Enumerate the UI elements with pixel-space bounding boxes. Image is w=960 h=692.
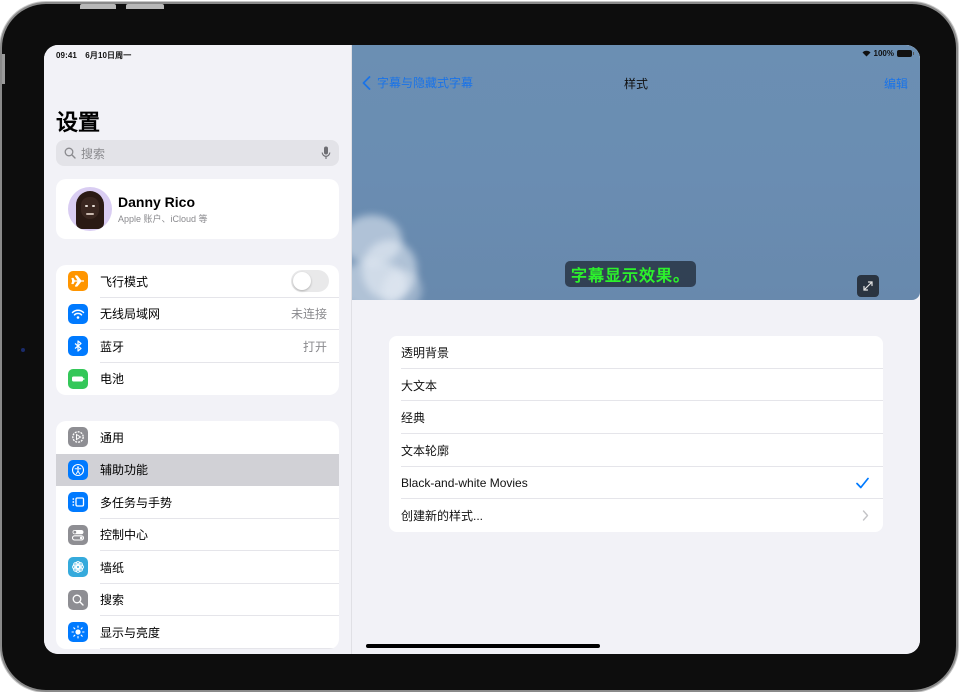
sidebar-item-bluetooth[interactable]: 蓝牙 打开 <box>56 330 339 363</box>
apple-account-card[interactable]: Danny Rico Apple 账户、iCloud 等 <box>56 179 339 239</box>
row-label: 墙纸 <box>100 560 125 575</box>
battery-icon <box>68 368 88 389</box>
wifi-status: 未连接 <box>290 307 327 322</box>
status-date: 6月10日周一 <box>85 51 132 60</box>
row-label: 通用 <box>100 430 125 445</box>
bluetooth-status: 打开 <box>302 339 327 354</box>
expand-icon <box>863 281 873 291</box>
page-title: 样式 <box>623 77 648 91</box>
search-placeholder: 搜索 <box>81 146 106 161</box>
sidebar-item-wifi[interactable]: 无线局域网 未连接 <box>56 298 339 330</box>
battery-status-icon <box>897 50 914 57</box>
airplane-mode-toggle[interactable] <box>291 270 329 293</box>
wifi-icon <box>68 303 88 324</box>
search-icon <box>64 147 76 159</box>
row-label: 无线局域网 <box>100 307 161 322</box>
screen: 09:41 6月10日周一 设置 搜索 Danny Rico Apple 账户、… <box>44 45 920 654</box>
style-label: 创建新的样式... <box>401 509 484 524</box>
style-label: 经典 <box>401 411 426 426</box>
top-button <box>80 4 116 9</box>
ipad-device-frame: 09:41 6月10日周一 设置 搜索 Danny Rico Apple 账户、… <box>2 4 956 690</box>
style-option[interactable]: 文本轮廓 <box>389 434 883 467</box>
gear-icon <box>68 427 88 448</box>
airplane-icon <box>68 271 88 292</box>
front-camera <box>21 348 25 352</box>
wallpaper-icon <box>68 557 88 578</box>
search-icon <box>68 589 88 610</box>
chevron-right-icon <box>862 510 869 521</box>
sidebar-item-search[interactable]: 搜索 <box>56 584 339 616</box>
detail-pane: 100% 字幕与隐藏式字幕 样式 编辑 字幕显示效果。 透明背景 大文本 经典 … <box>352 45 920 654</box>
checkmark-icon <box>856 477 869 489</box>
style-label: Black-and-white Movies <box>401 476 528 491</box>
sidebar-title: 设置 <box>56 110 101 135</box>
row-label: 蓝牙 <box>100 339 125 354</box>
sidebar-item-accessibility[interactable]: 辅助功能 <box>56 453 339 486</box>
side-button <box>2 54 5 84</box>
sidebar-item-battery[interactable]: 电池 <box>56 363 339 396</box>
caption-style-list: 透明背景 大文本 经典 文本轮廓 Black-and-white Movies <box>389 336 883 533</box>
avatar <box>68 187 112 231</box>
multitasking-icon <box>68 492 88 513</box>
expand-preview-button[interactable] <box>857 275 879 297</box>
home-indicator[interactable] <box>366 644 600 648</box>
wifi-status-icon <box>862 50 871 57</box>
status-bar-right: 100% <box>862 49 914 58</box>
control-center-icon <box>68 524 88 545</box>
sidebar-item-display-brightness[interactable]: 显示与亮度 <box>56 616 339 649</box>
style-label: 透明背景 <box>401 345 450 360</box>
connectivity-group: 飞行模式 无线局域网 未连接 蓝牙 打开 电池 <box>56 265 339 395</box>
sidebar-item-wallpaper[interactable]: 墙纸 <box>56 551 339 584</box>
sidebar-item-multitasking[interactable]: 多任务与手势 <box>56 486 339 519</box>
settings-sidebar: 09:41 6月10日周一 设置 搜索 Danny Rico Apple 账户、… <box>44 45 352 654</box>
row-label: 搜索 <box>100 593 125 608</box>
profile-subtitle: Apple 账户、iCloud 等 <box>118 213 208 224</box>
status-time: 09:41 <box>56 51 77 60</box>
accessibility-icon <box>68 459 88 480</box>
row-label: 电池 <box>100 372 125 387</box>
top-button <box>126 4 164 9</box>
style-option-selected[interactable]: Black-and-white Movies <box>389 467 883 500</box>
caption-preview-text: 字幕显示效果。 <box>565 261 697 287</box>
style-label: 文本轮廓 <box>401 443 450 458</box>
style-label: 大文本 <box>401 378 438 393</box>
row-label: 控制中心 <box>100 528 149 543</box>
row-label: 飞行模式 <box>100 274 149 289</box>
general-group: 通用 辅助功能 多任务与手势 控制中心 墙纸 搜索 显示与亮度 <box>56 421 339 649</box>
battery-percent: 100% <box>873 49 894 58</box>
search-field[interactable]: 搜索 <box>56 140 339 166</box>
style-option[interactable]: 透明背景 <box>389 336 883 369</box>
row-label: 显示与亮度 <box>100 625 161 640</box>
row-label: 辅助功能 <box>100 463 149 478</box>
style-option[interactable]: 经典 <box>389 401 883 435</box>
sidebar-item-general[interactable]: 通用 <box>56 421 339 454</box>
caption-preview-area: 100% 字幕与隐藏式字幕 样式 编辑 字幕显示效果。 <box>352 45 920 300</box>
brightness-icon <box>68 622 88 643</box>
sidebar-item-airplane-mode[interactable]: 飞行模式 <box>56 265 339 298</box>
profile-name: Danny Rico <box>118 193 196 210</box>
style-option[interactable]: 大文本 <box>389 369 883 402</box>
row-label: 多任务与手势 <box>100 495 173 510</box>
bluetooth-icon <box>68 336 88 357</box>
create-new-style-button[interactable]: 创建新的样式... <box>389 499 883 532</box>
status-bar-left: 09:41 6月10日周一 <box>56 50 131 61</box>
edit-button[interactable]: 编辑 <box>884 75 908 92</box>
sidebar-item-control-center[interactable]: 控制中心 <box>56 519 339 551</box>
microphone-icon[interactable] <box>321 146 331 160</box>
